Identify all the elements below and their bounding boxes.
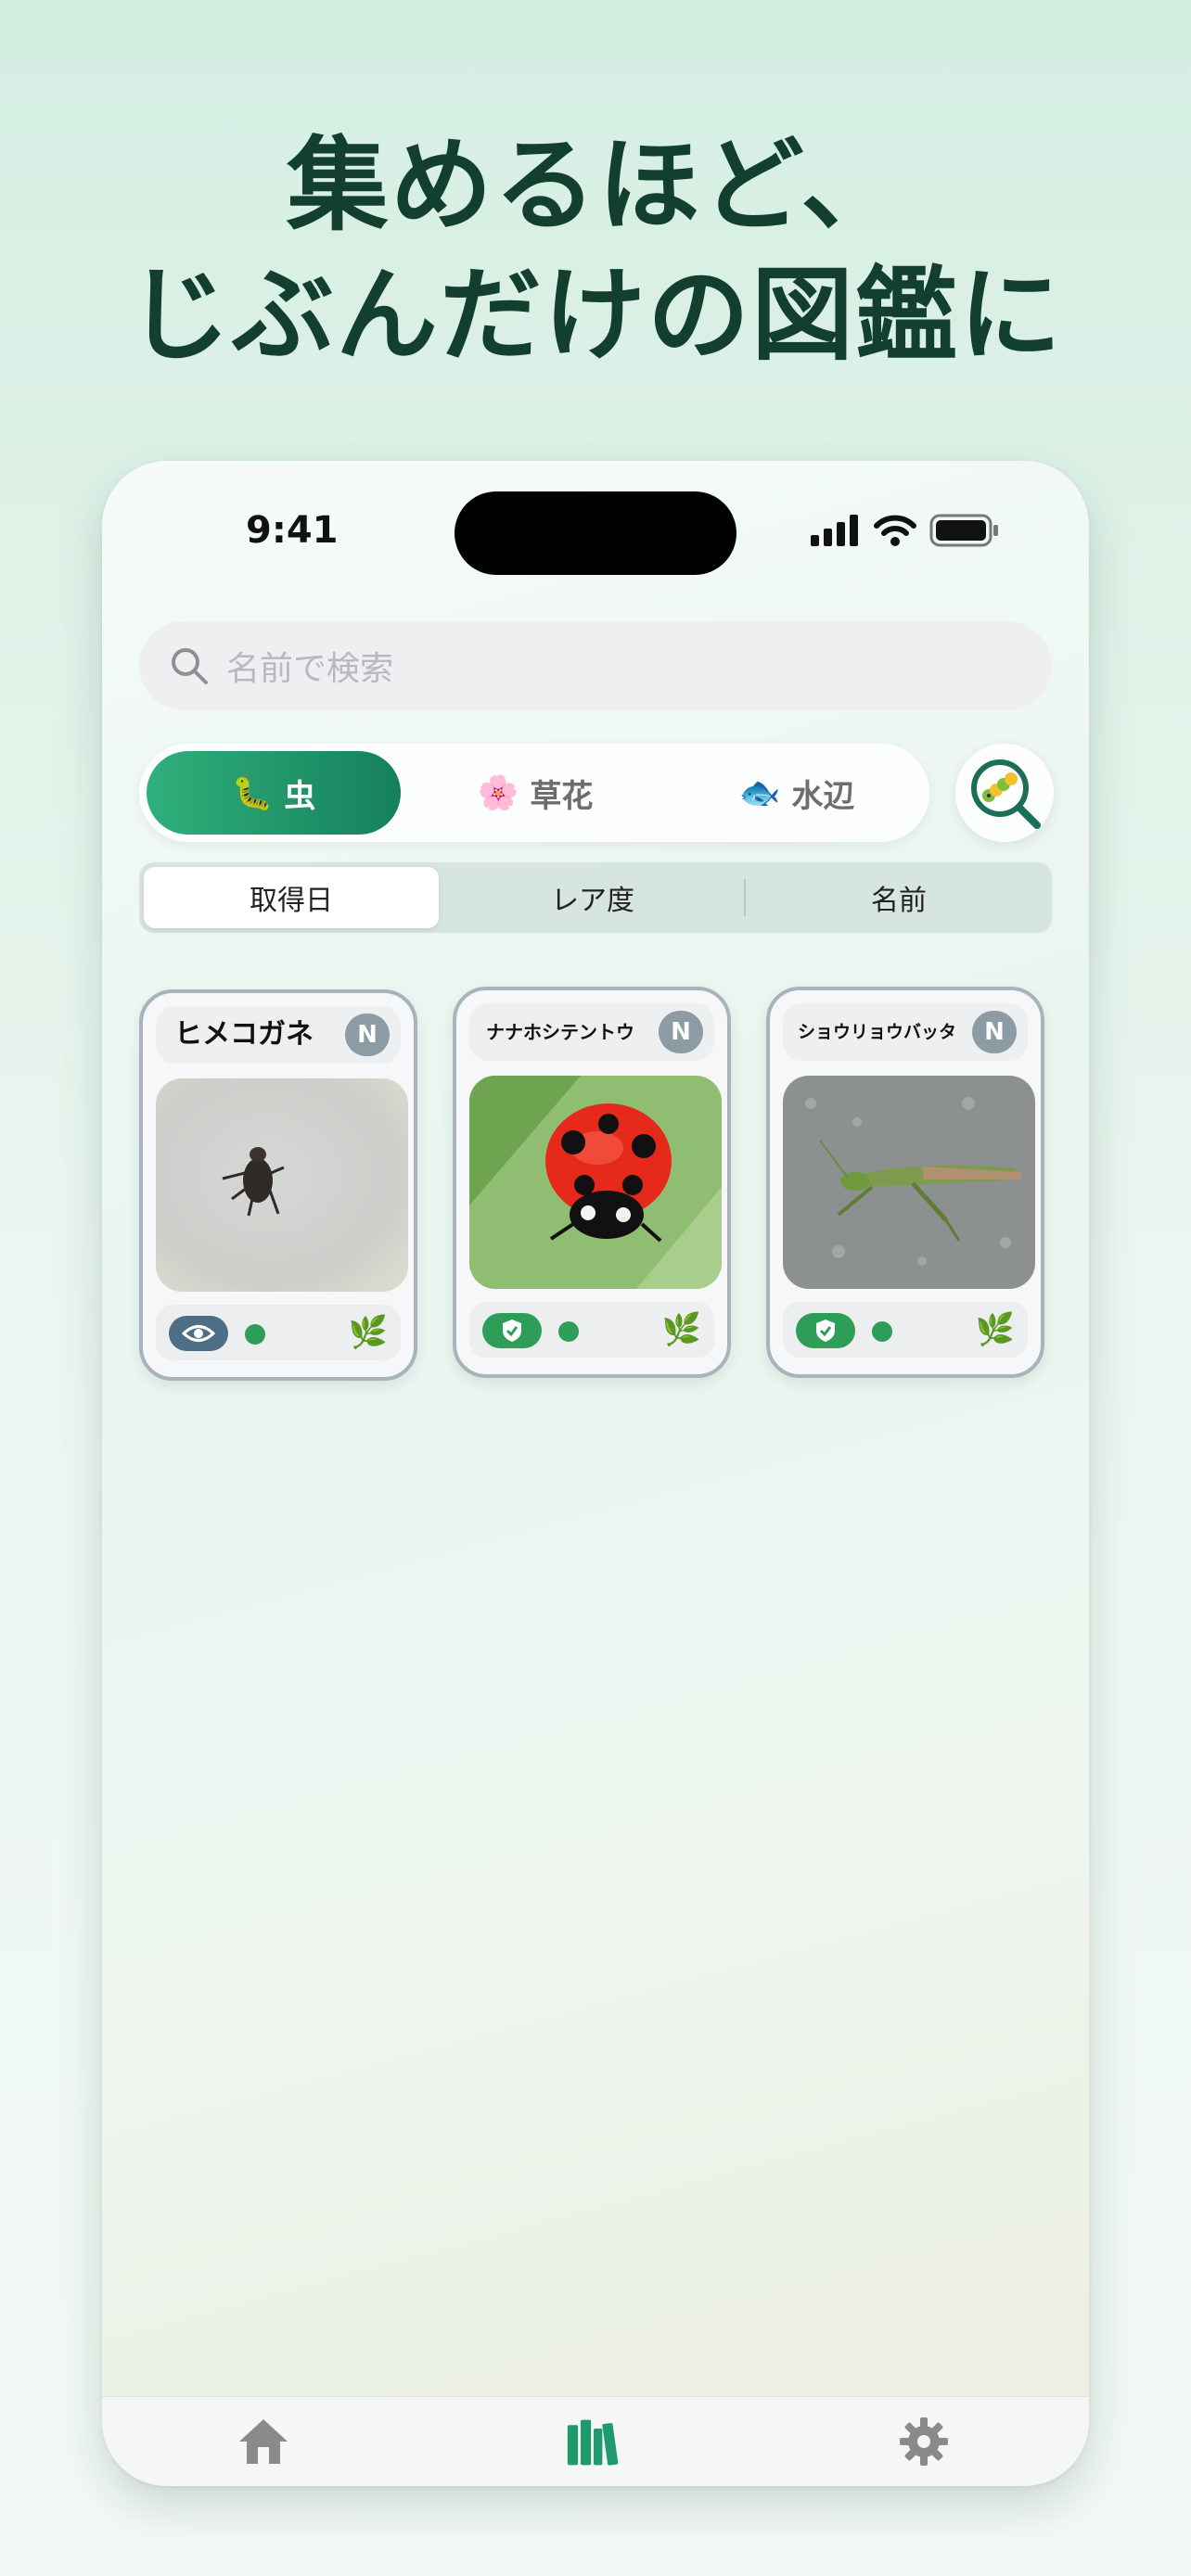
status-dot xyxy=(872,1321,892,1342)
rarity-badge: N xyxy=(659,1011,703,1053)
sort-divider xyxy=(744,879,746,916)
beetle-photo xyxy=(156,1078,408,1292)
card-header: ヒメコガネ N xyxy=(156,1006,401,1064)
collection-card[interactable]: ヒメコガネ N 🌿 xyxy=(139,989,417,1381)
ladybug-photo xyxy=(469,1076,722,1289)
leaf-icon: 🌿 xyxy=(975,1311,1015,1348)
caterpillar-icon: 🐛 xyxy=(231,774,274,812)
tab-label: 草花 xyxy=(530,777,594,815)
search-icon xyxy=(172,648,208,684)
category-tabs: 🐛 虫 🌸 草花 🐟 水辺 xyxy=(139,744,929,842)
status-dot xyxy=(558,1321,579,1342)
grasshopper-photo xyxy=(783,1076,1035,1289)
card-name: ショウリョウバッタ xyxy=(798,1022,957,1042)
card-header: ショウリョウバッタ N xyxy=(783,1003,1028,1061)
card-footer: 🌿 xyxy=(156,1305,401,1360)
card-footer: 🌿 xyxy=(783,1302,1028,1358)
card-name: ナナホシテントウ xyxy=(486,1021,634,1043)
rarity-badge: N xyxy=(972,1011,1017,1053)
headline-line-1: 集めるほど、 xyxy=(286,126,905,245)
headline: 集めるほど、 じぶんだけの図鑑に xyxy=(0,121,1191,380)
card-name: ヒメコガネ xyxy=(174,1018,314,1051)
dynamic-island xyxy=(455,491,736,575)
fish-icon: 🐟 xyxy=(738,774,781,812)
collection-card[interactable]: ショウリョウバッタ N 🌿 xyxy=(766,987,1044,1378)
leaf-icon: 🌿 xyxy=(661,1311,701,1348)
identify-button[interactable] xyxy=(955,744,1054,842)
leaf-icon: 🌿 xyxy=(348,1314,388,1351)
search-input[interactable]: 名前で検索 xyxy=(226,642,393,690)
tab-label: 虫 xyxy=(284,777,316,815)
sort-by-rarity[interactable]: レア度 xyxy=(445,867,740,928)
shield-check-icon xyxy=(796,1313,855,1348)
wifi-icon xyxy=(874,515,916,546)
search-bar[interactable]: 名前で検索 xyxy=(139,621,1052,710)
card-header: ナナホシテントウ N xyxy=(469,1003,714,1061)
tab-insects[interactable]: 🐛 虫 xyxy=(147,751,401,835)
collection-card[interactable]: ナナホシテントウ N 🌿 xyxy=(453,987,731,1378)
tab-bar xyxy=(102,2396,1089,2486)
books-icon[interactable] xyxy=(566,2416,621,2468)
flower-icon: 🌸 xyxy=(477,774,519,812)
phone-screen: 9:41 名前で検索 🐛 虫 🌸 草花 🐟 水辺 取得日 レア度 名前 ヒメコガ… xyxy=(102,461,1089,2486)
home-icon[interactable] xyxy=(236,2416,291,2468)
headline-line-2: じぶんだけの図鑑に xyxy=(128,256,1063,375)
tab-flowers[interactable]: 🌸 草花 xyxy=(408,751,662,835)
magnifier-caterpillar-icon xyxy=(971,759,1041,829)
status-dot xyxy=(245,1324,265,1345)
shield-check-icon xyxy=(482,1313,542,1348)
status-time: 9:41 xyxy=(246,509,339,552)
tab-label: 水辺 xyxy=(791,777,855,815)
status-icons xyxy=(811,512,1000,549)
tab-waterside[interactable]: 🐟 水辺 xyxy=(670,751,924,835)
card-footer: 🌿 xyxy=(469,1302,714,1358)
signal-icon xyxy=(811,515,858,546)
rarity-badge: N xyxy=(345,1014,390,1056)
eye-icon xyxy=(169,1316,228,1351)
battery-icon xyxy=(929,514,998,547)
gear-icon[interactable] xyxy=(896,2416,952,2468)
sort-by-date[interactable]: 取得日 xyxy=(144,867,439,928)
sort-by-name[interactable]: 名前 xyxy=(751,867,1046,928)
sort-tabs: 取得日 レア度 名前 xyxy=(139,862,1052,933)
